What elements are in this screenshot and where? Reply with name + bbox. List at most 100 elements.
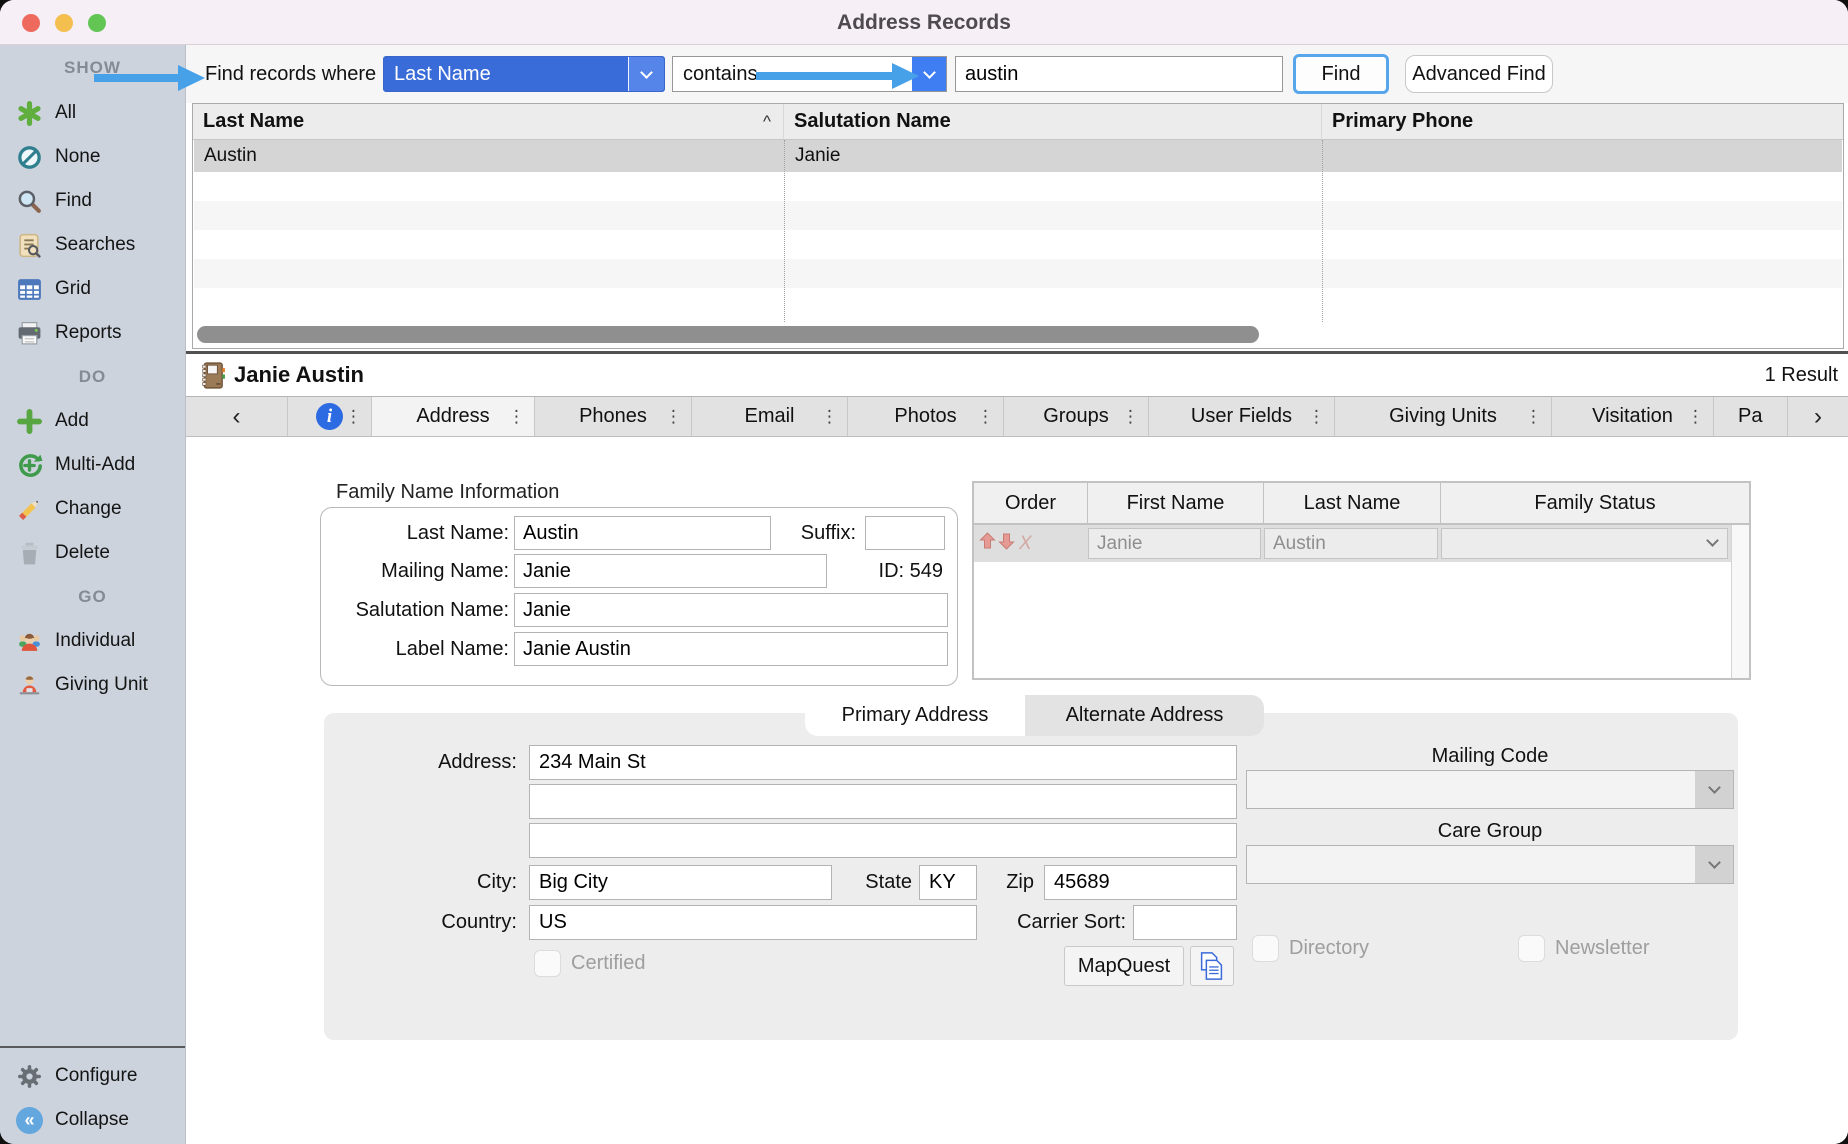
sidebar-item-none[interactable]: None: [0, 135, 185, 179]
vertical-scrollbar-track[interactable]: [1731, 525, 1749, 678]
tab-menu-dots[interactable]: ⋮: [665, 397, 682, 436]
sidebar-item-grid[interactable]: Grid: [0, 267, 185, 311]
column-header-salutation-name[interactable]: Salutation Name: [784, 104, 1322, 139]
sidebar-item-delete[interactable]: Delete: [0, 531, 185, 575]
sidebar-item-searches[interactable]: Searches: [0, 223, 185, 267]
member-first-name[interactable]: Janie: [1088, 528, 1261, 559]
find-prompt: Find records where: [205, 45, 376, 103]
suffix-label: Suffix:: [751, 516, 856, 550]
sidebar-item-add[interactable]: Add: [0, 399, 185, 443]
zip-field[interactable]: [1044, 865, 1237, 900]
horizontal-scrollbar-thumb[interactable]: [197, 326, 1259, 343]
column-header-last-name: Last Name: [1264, 483, 1441, 523]
move-up-icon[interactable]: [979, 532, 996, 555]
directory-checkbox[interactable]: [1252, 935, 1279, 962]
chevron-down-icon: [1695, 846, 1733, 883]
tab-pastoral-truncated[interactable]: Pa: [1714, 397, 1788, 436]
tab-photos[interactable]: Photos ⋮: [848, 397, 1004, 436]
tab-phones[interactable]: Phones ⋮: [535, 397, 692, 436]
tab-address[interactable]: Address ⋮: [372, 397, 535, 436]
sidebar-item-label: Change: [55, 498, 122, 520]
result-row-selected[interactable]: Austin Janie: [194, 140, 1842, 172]
sort-ascending-icon: ^: [763, 104, 771, 139]
tab-scroll-right-button[interactable]: ›: [1788, 397, 1848, 436]
address-panel: Address: City: State Zip Country: Carrie…: [324, 713, 1738, 1040]
member-last-name[interactable]: Austin: [1264, 528, 1438, 559]
find-bar: Find records where Last Name contains Fi…: [186, 45, 1848, 103]
tab-scroll-left-button[interactable]: ‹: [186, 397, 288, 436]
country-field[interactable]: [529, 905, 977, 940]
address-line3-field[interactable]: [529, 823, 1237, 858]
sidebar-item-collapse[interactable]: « Collapse: [0, 1098, 185, 1142]
app-window: Address Records SHOW All None Find Searc…: [0, 0, 1848, 1144]
members-table-header: Order First Name Last Name Family Status: [974, 483, 1749, 525]
sidebar-item-individual[interactable]: Individual: [0, 619, 185, 663]
copy-address-button[interactable]: [1190, 946, 1234, 986]
member-family-status-dropdown[interactable]: [1441, 528, 1728, 559]
address-line2-field[interactable]: [529, 784, 1237, 819]
address-line1-field[interactable]: [529, 745, 1237, 780]
chevron-down-icon[interactable]: [628, 57, 664, 91]
mailing-code-dropdown[interactable]: [1246, 770, 1734, 809]
tab-menu-dots[interactable]: ⋮: [508, 397, 525, 436]
sidebar-item-configure[interactable]: Configure: [0, 1054, 185, 1098]
sidebar-item-reports[interactable]: Reports: [0, 311, 185, 355]
tab-menu-dots[interactable]: ⋮: [977, 397, 994, 436]
move-down-icon[interactable]: [998, 532, 1015, 555]
mailing-name-label: Mailing Name:: [321, 554, 509, 588]
tab-menu-dots[interactable]: ⋮: [1687, 397, 1704, 436]
directory-label: Directory: [1289, 937, 1369, 960]
certified-checkbox[interactable]: [534, 950, 561, 977]
state-field[interactable]: [919, 865, 977, 900]
field-dropdown[interactable]: Last Name: [383, 56, 665, 92]
tab-user-fields[interactable]: User Fields ⋮: [1149, 397, 1335, 436]
saved-searches-icon: [16, 232, 43, 259]
person-icon: [16, 672, 43, 699]
city-field[interactable]: [529, 865, 832, 900]
tab-email[interactable]: Email ⋮: [692, 397, 848, 436]
find-button[interactable]: Find: [1293, 54, 1389, 94]
tab-menu-dots[interactable]: ⋮: [821, 397, 838, 436]
sidebar-item-giving-unit[interactable]: Giving Unit: [0, 663, 185, 707]
salutation-name-field[interactable]: [514, 593, 948, 627]
results-table-header: Last Name ^ Salutation Name Primary Phon…: [193, 104, 1843, 140]
country-label: Country:: [384, 905, 517, 940]
tab-menu-dots[interactable]: ⋮: [345, 397, 362, 436]
tab-primary-address[interactable]: Primary Address: [805, 695, 1025, 736]
tab-info[interactable]: i ⋮: [288, 397, 372, 436]
empty-row: [194, 201, 1842, 230]
sidebar-item-label: None: [55, 146, 100, 168]
sidebar-item-change[interactable]: Change: [0, 487, 185, 531]
tab-alternate-address[interactable]: Alternate Address: [1025, 695, 1264, 736]
info-icon: i: [316, 403, 343, 430]
tab-menu-dots[interactable]: ⋮: [1122, 397, 1139, 436]
newsletter-checkbox[interactable]: [1518, 935, 1545, 962]
sidebar: SHOW All None Find Searches Grid Reports…: [0, 45, 186, 1144]
address-book-icon: [200, 361, 226, 390]
tab-giving-units[interactable]: Giving Units ⋮: [1335, 397, 1552, 436]
sidebar-item-find[interactable]: Find: [0, 179, 185, 223]
cell-last-name: Austin: [194, 140, 785, 172]
column-header-primary-phone[interactable]: Primary Phone: [1322, 104, 1843, 139]
label-name-label: Label Name:: [321, 632, 509, 666]
search-value-input[interactable]: [955, 56, 1283, 92]
carrier-sort-field[interactable]: [1133, 905, 1237, 940]
mapquest-button[interactable]: MapQuest: [1064, 946, 1184, 986]
sidebar-item-all[interactable]: All: [0, 91, 185, 135]
remove-member-icon[interactable]: X: [1019, 533, 1032, 555]
care-group-dropdown[interactable]: [1246, 845, 1734, 884]
sidebar-item-label: Searches: [55, 234, 135, 256]
tab-visitation[interactable]: Visitation ⋮: [1552, 397, 1714, 436]
sidebar-item-multi-add[interactable]: Multi-Add: [0, 443, 185, 487]
column-header-last-name[interactable]: Last Name ^: [193, 104, 784, 139]
record-tab-bar: ‹ i ⋮ Address ⋮ Phones ⋮ Email ⋮ Photos …: [186, 396, 1848, 437]
sidebar-item-label: Configure: [55, 1065, 137, 1087]
label-name-field[interactable]: [514, 632, 948, 666]
tab-menu-dots[interactable]: ⋮: [1525, 397, 1542, 436]
tab-menu-dots[interactable]: ⋮: [1308, 397, 1325, 436]
tab-groups[interactable]: Groups ⋮: [1004, 397, 1149, 436]
advanced-find-button[interactable]: Advanced Find: [1405, 55, 1553, 93]
member-row[interactable]: X Janie Austin: [974, 525, 1749, 562]
last-name-field[interactable]: [514, 516, 771, 550]
suffix-field[interactable]: [865, 516, 945, 550]
